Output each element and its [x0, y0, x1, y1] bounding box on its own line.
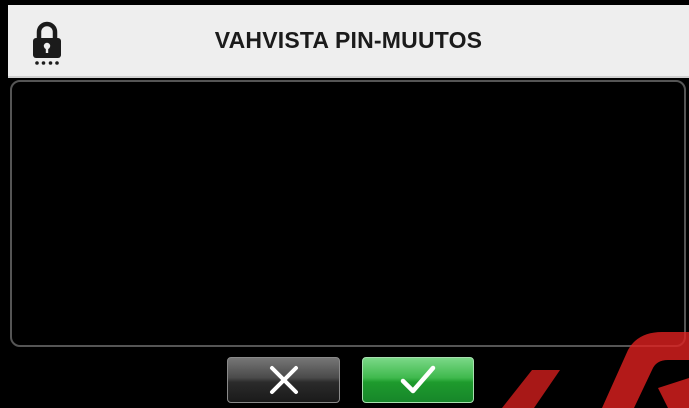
cancel-button[interactable]	[227, 357, 340, 403]
pin-confirm-screen: VAHVISTA PIN-MUUTOS	[0, 0, 689, 408]
check-icon	[400, 365, 436, 394]
page-title: VAHVISTA PIN-MUUTOS	[214, 27, 483, 53]
message-panel	[10, 80, 686, 347]
header-bar: VAHVISTA PIN-MUUTOS	[8, 5, 689, 78]
confirm-button[interactable]	[362, 357, 474, 403]
close-icon	[269, 366, 298, 394]
